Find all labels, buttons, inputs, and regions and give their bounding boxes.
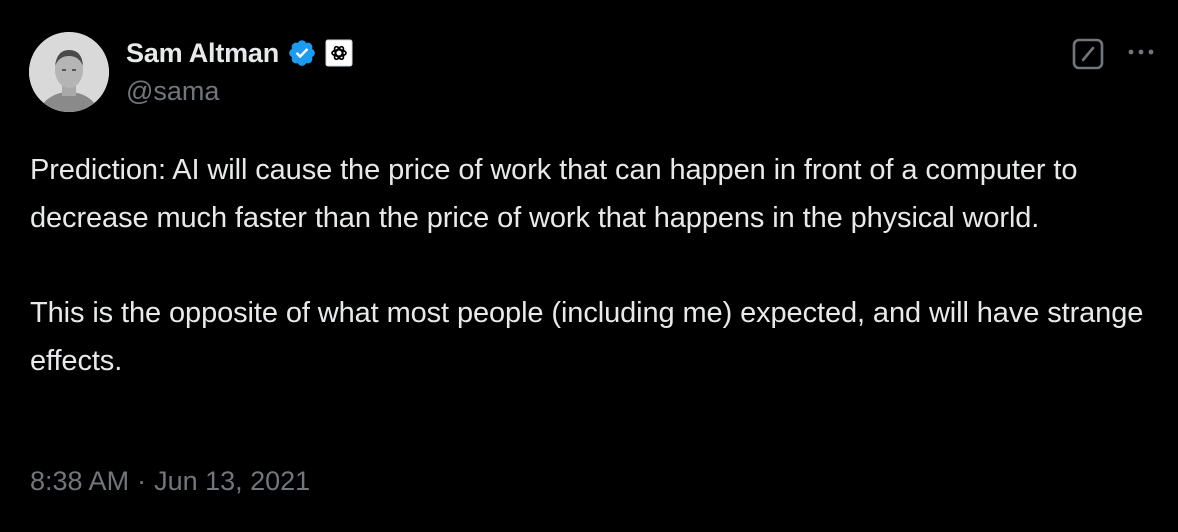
tweet-paragraph: This is the opposite of what most people… — [30, 297, 1144, 377]
avatar-photo — [29, 32, 109, 112]
author-display-name[interactable]: Sam Altman — [126, 38, 279, 69]
verified-badge-icon[interactable] — [287, 38, 317, 68]
tweet-paragraph: Prediction: AI will cause the price of w… — [30, 154, 1078, 234]
grok-icon[interactable] — [1072, 38, 1104, 70]
tweet-date[interactable]: Jun 13, 2021 — [154, 466, 310, 496]
tweet-timestamp: 8:38 AM · Jun 13, 2021 — [30, 466, 310, 497]
tweet-text: Prediction: AI will cause the price of w… — [30, 146, 1150, 385]
author-handle[interactable]: @sama — [126, 76, 219, 107]
tweet-card: Sam Altman @sama Prediction: AI will cau… — [0, 0, 1178, 532]
meta-separator: · — [137, 466, 147, 496]
author-name-row: Sam Altman — [126, 36, 353, 70]
tweet-time[interactable]: 8:38 AM — [30, 466, 129, 496]
more-options-icon[interactable] — [1125, 40, 1157, 64]
openai-affiliate-icon[interactable] — [325, 39, 353, 67]
avatar[interactable] — [29, 32, 109, 112]
